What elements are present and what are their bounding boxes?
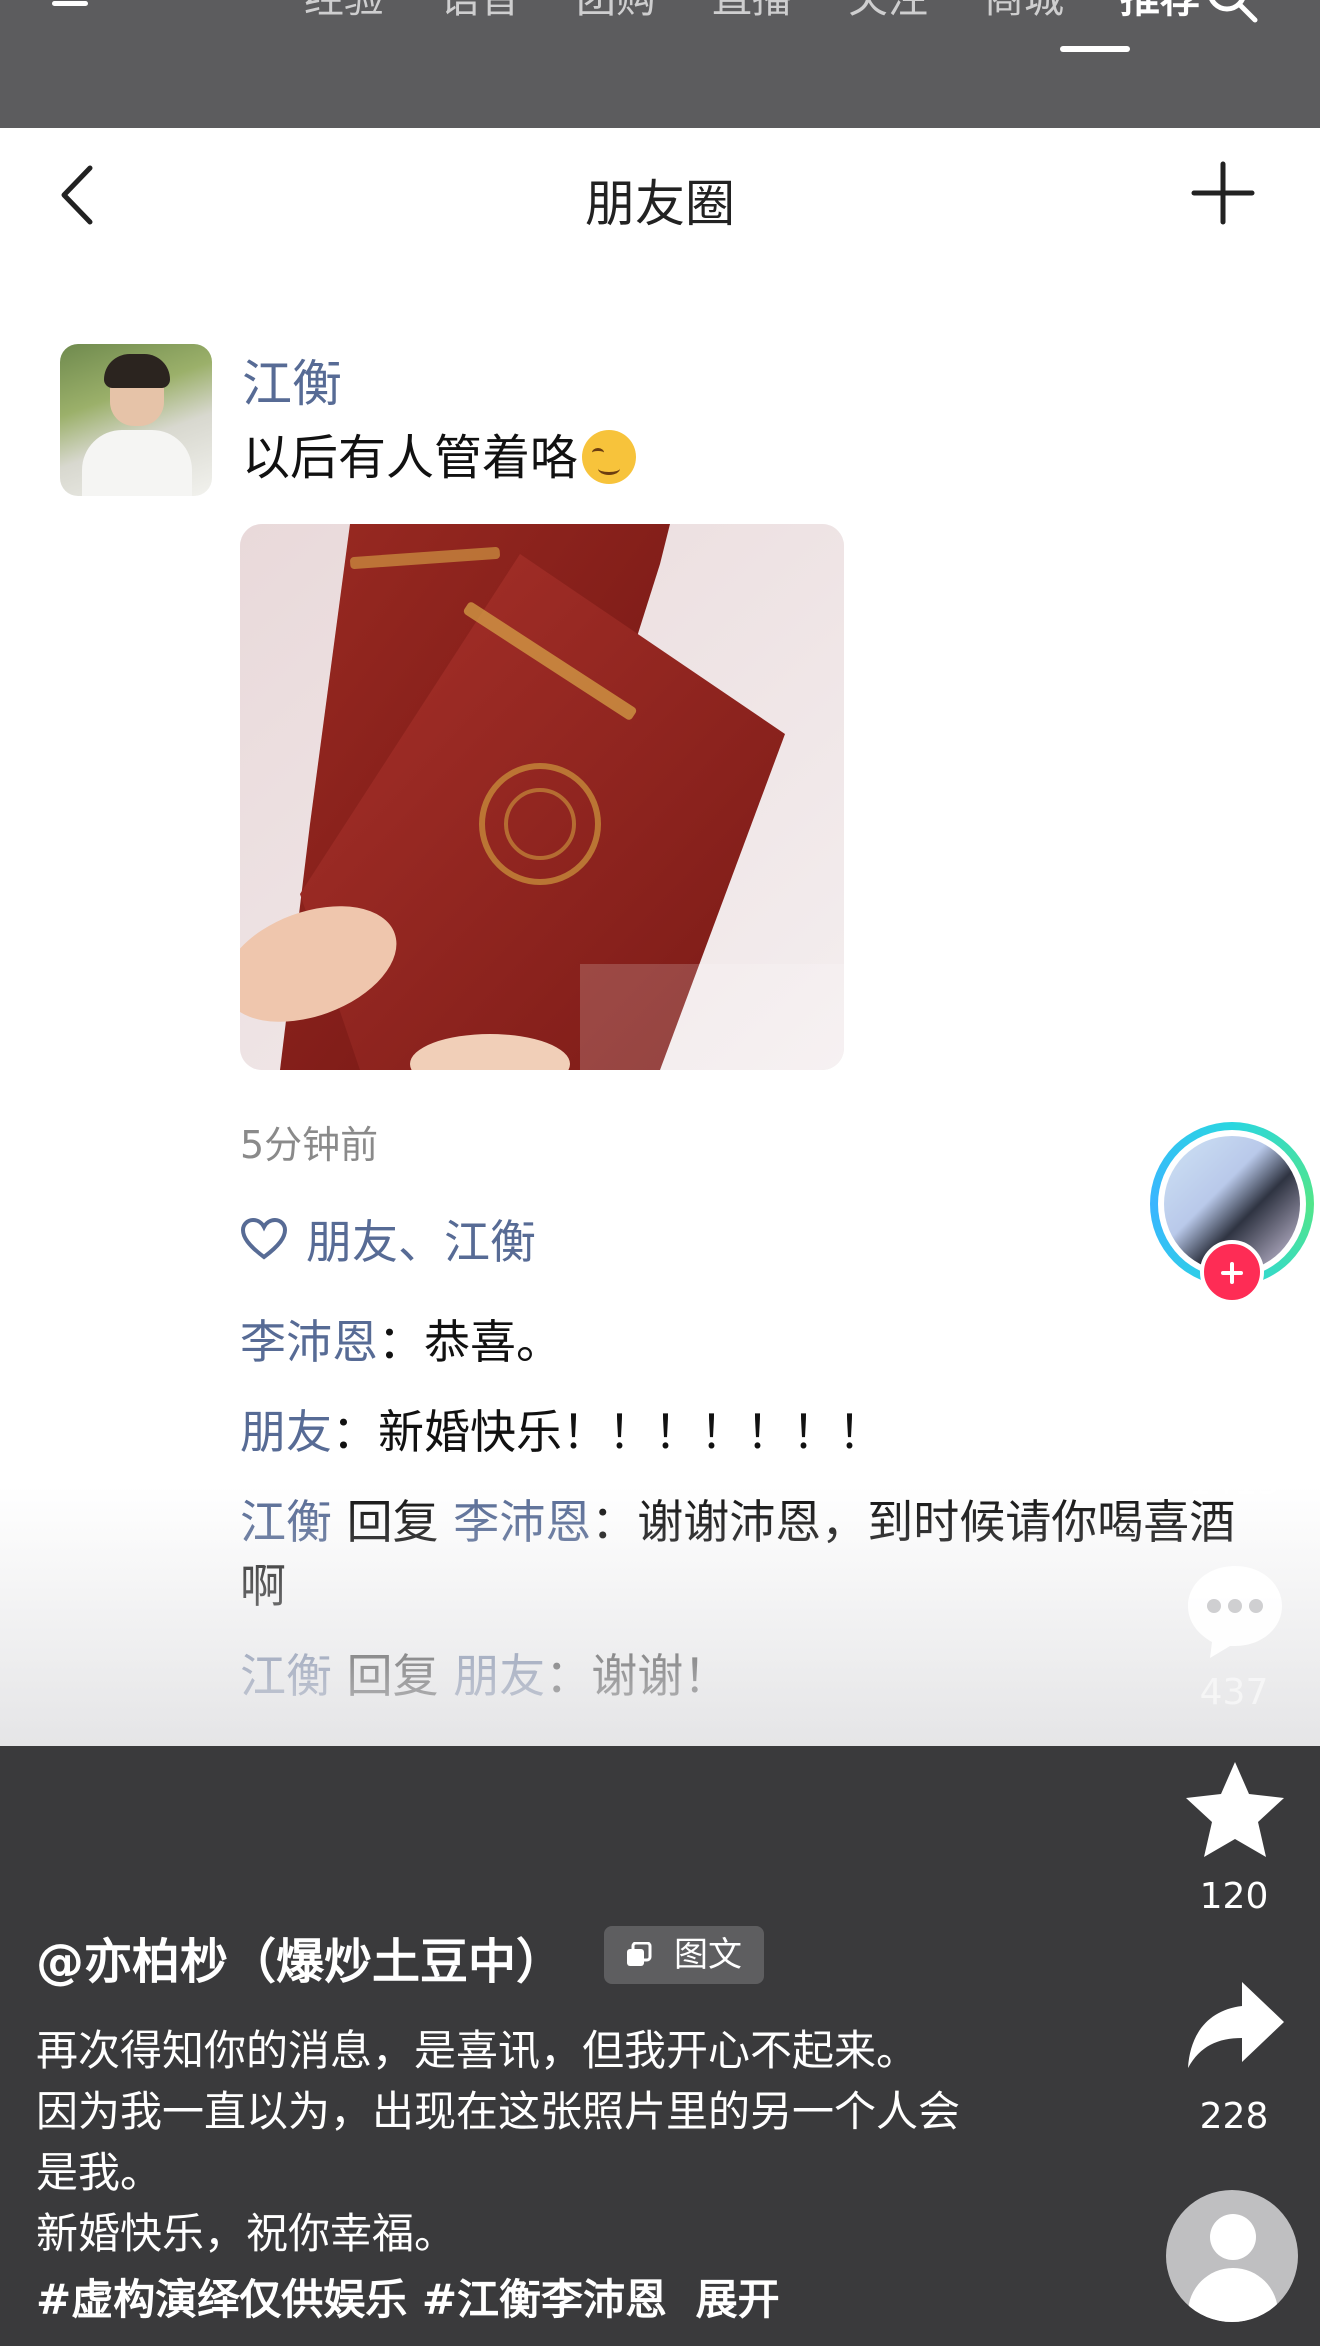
tab-guanzhu[interactable]: 关注: [820, 0, 956, 24]
comment-row: 江衡 回复 李沛恩：谢谢沛恩，到时候请你喝喜酒啊: [240, 1490, 1270, 1618]
follow-plus-button[interactable]: [1200, 1240, 1264, 1304]
share-count: 228: [1199, 2096, 1269, 2137]
moments-card: 朋友圈 江衡 以后有人管着咯 5分钟前 朋友、江衡 李沛恩：恭喜。 朋友：新婚快…: [0, 128, 1320, 1746]
post-timestamp: 5分钟前: [240, 1123, 379, 1167]
top-nav: 经验 语音 团购 直播 关注 商城 推荐: [0, 0, 1320, 128]
caption-line: 是我。: [36, 2148, 163, 2197]
caption-author[interactable]: @亦柏杪（爆炒土豆中）: [36, 1922, 564, 1992]
smiling-face-emoji-icon: [582, 430, 637, 484]
comment-bubble-icon[interactable]: [1180, 1556, 1290, 1666]
like-count: 1413: [1188, 1462, 1280, 1503]
tab-jingyan[interactable]: 经验: [276, 0, 412, 24]
reply-to-user[interactable]: 朋友: [453, 1649, 545, 1703]
comment-count: 437: [1199, 1672, 1269, 1713]
poster-name[interactable]: 江衡: [242, 344, 342, 416]
tab-shangcheng[interactable]: 商城: [956, 0, 1092, 24]
post-text: 以后有人管着咯: [242, 418, 637, 488]
tab-partial[interactable]: [140, 0, 276, 24]
comment-sep: ：: [332, 1405, 378, 1459]
caption-line: 新婚快乐，祝你幸福。: [36, 2209, 457, 2258]
comment-user[interactable]: 江衡: [240, 1495, 332, 1549]
comment-user[interactable]: 李沛恩: [240, 1315, 378, 1369]
caption-line: 因为我一直以为，出现在这张照片里的另一个人会: [36, 2087, 961, 2136]
comment-row: 李沛恩：恭喜。: [240, 1310, 1270, 1374]
active-tab-underline: [1060, 46, 1130, 52]
comment-text: 新婚快乐！！！！！！！: [378, 1405, 884, 1459]
likes-row: 朋友、江衡: [240, 1206, 536, 1272]
like-heart-icon[interactable]: [1180, 1346, 1290, 1456]
hashtags-row: #虚构演绎仅供娱乐 #江衡李沛恩 展开: [36, 2266, 780, 2327]
reply-to-user[interactable]: 李沛恩: [453, 1495, 591, 1549]
likes-names[interactable]: 朋友、江衡: [306, 1206, 536, 1272]
post-text-content: 以后有人管着咯: [242, 430, 579, 486]
heart-outline-icon: [240, 1217, 288, 1260]
share-arrow-icon[interactable]: [1180, 1972, 1290, 2082]
comment-sep: ：: [545, 1649, 592, 1703]
tab-tuangou[interactable]: 团购: [548, 0, 684, 24]
gallery-icon: [627, 1942, 652, 1966]
badge-label: 图文: [674, 1935, 742, 1975]
image-text-badge: 图文: [604, 1926, 764, 1984]
comment-sep: ：: [591, 1495, 638, 1549]
page-title: 朋友圈: [585, 175, 735, 233]
comment-user[interactable]: 朋友: [240, 1405, 332, 1459]
hashtag[interactable]: #虚构演绎仅供娱乐: [36, 2275, 407, 2324]
tab-zhibo[interactable]: 直播: [684, 0, 820, 24]
comment-row: 朋友：新婚快乐！！！！！！！: [240, 1400, 1270, 1464]
star-icon[interactable]: [1180, 1756, 1290, 1866]
caption-line: 再次得知你的消息，是喜讯，但我开心不起来。: [36, 2026, 919, 2075]
poster-avatar[interactable]: [60, 344, 212, 496]
top-tabs: 经验 语音 团购 直播 关注 商城 推荐: [140, 0, 1228, 24]
marriage-certificates-image: [240, 524, 844, 1070]
menu-icon[interactable]: [52, 0, 92, 10]
post-photo[interactable]: [240, 524, 844, 1070]
comment-text: 谢谢！: [591, 1649, 730, 1703]
plus-icon[interactable]: [1190, 160, 1256, 226]
comment-row: 江衡 回复 朋友：谢谢！: [240, 1644, 1270, 1708]
search-icon[interactable]: [1205, 0, 1259, 24]
hashtag[interactable]: #江衡李沛恩: [422, 2275, 667, 2324]
reply-word: 回复: [346, 1649, 439, 1703]
comment-text: 恭喜。: [424, 1315, 562, 1369]
comment-sep: ：: [378, 1315, 424, 1369]
reply-word: 回复: [346, 1495, 439, 1549]
tab-yuyin[interactable]: 语音: [412, 0, 548, 24]
caption-text: 再次得知你的消息，是喜讯，但我开心不起来。 因为我一直以为，出现在这张照片里的另…: [36, 2020, 1076, 2264]
user-avatar-icon[interactable]: [1166, 2190, 1298, 2322]
comment-user[interactable]: 江衡: [240, 1649, 332, 1703]
expand-link[interactable]: 展开: [696, 2275, 780, 2324]
favorite-count: 120: [1199, 1876, 1269, 1917]
